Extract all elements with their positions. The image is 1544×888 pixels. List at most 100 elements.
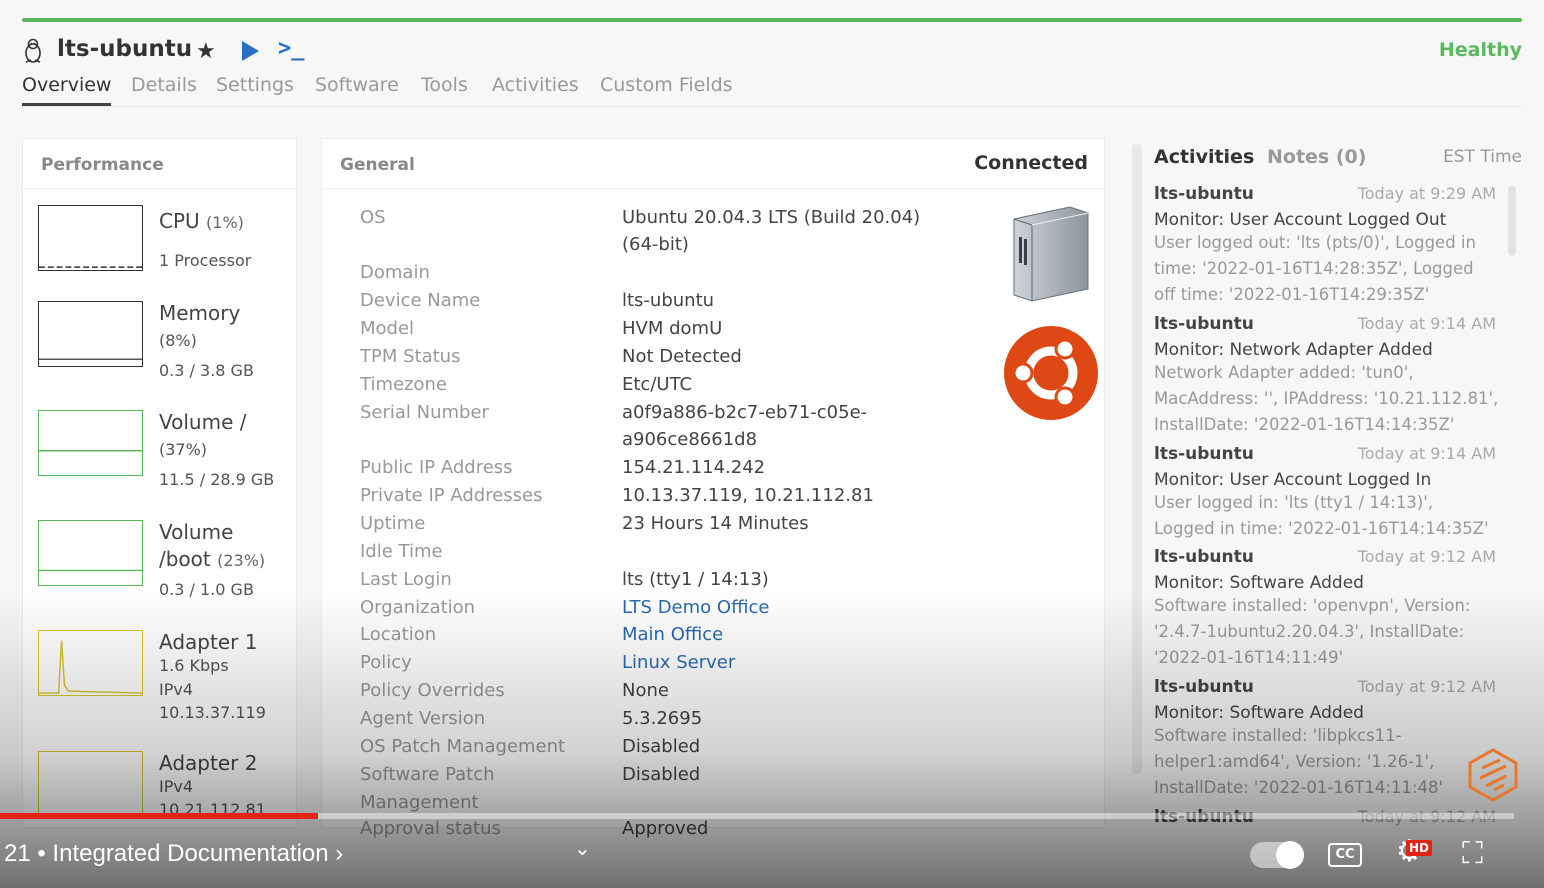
general-label: OS Patch Management — [360, 736, 566, 757]
general-label: TPM Status — [360, 346, 461, 367]
memory-sub: 0.3 / 3.8 GB — [159, 361, 254, 380]
general-value-cont: a906ce8661d8 — [622, 429, 758, 450]
general-value: Ubuntu 20.04.3 LTS (Build 20.04) — [622, 207, 921, 228]
general-label: Uptime — [360, 513, 426, 534]
captions-button[interactable]: CC — [1328, 843, 1362, 867]
general-value: HVM domU — [622, 318, 723, 339]
activity-time: Today at 9:12 AM — [1357, 677, 1496, 696]
tab-details[interactable]: Details — [131, 74, 197, 96]
timezone-label: EST Time — [1443, 147, 1522, 167]
exit-fullscreen-icon[interactable]: ⛶ — [1462, 836, 1483, 871]
general-label: Serial Number — [360, 402, 489, 423]
volume-root-pct: (37%) — [159, 440, 208, 459]
activity-title: Monitor: User Account Logged Out — [1154, 210, 1447, 230]
tab-activities-feed[interactable]: Activities — [1154, 146, 1254, 168]
adapter1-sparkline — [38, 630, 143, 696]
general-value-link[interactable]: Linux Server — [622, 652, 735, 673]
cpu-sparkline — [38, 205, 143, 271]
activities-scrollbar[interactable] — [1508, 186, 1516, 256]
activity-device[interactable]: lts-ubuntu — [1154, 677, 1254, 697]
activity-device[interactable]: lts-ubuntu — [1154, 314, 1254, 334]
tab-custom-fields[interactable]: Custom Fields — [600, 74, 733, 96]
general-value: Disabled — [622, 736, 701, 757]
tab-software[interactable]: Software — [315, 74, 399, 96]
general-label: Policy Overrides — [360, 680, 505, 701]
adapter1-ip: 10.13.37.119 — [159, 703, 266, 722]
memory-pct: (8%) — [159, 331, 197, 350]
activity-device[interactable]: lts-ubuntu — [1154, 444, 1254, 464]
activity-title: Monitor: Software Added — [1154, 703, 1364, 723]
activity-device[interactable]: lts-ubuntu — [1154, 184, 1254, 204]
general-value: None — [622, 680, 669, 701]
general-label: Model — [360, 318, 415, 339]
volume-boot-sub: 0.3 / 1.0 GB — [159, 580, 254, 599]
autoplay-toggle[interactable] — [1250, 841, 1304, 869]
activity-body: User logged out: 'lts (pts/0)', Logged i… — [1154, 233, 1476, 304]
general-value: 154.21.114.242 — [622, 457, 766, 478]
general-value: 10.13.37.119, 10.21.112.81 — [622, 485, 874, 506]
adapter1-proto: IPv4 — [159, 680, 194, 699]
tab-tools[interactable]: Tools — [421, 74, 468, 96]
general-value: lts-ubuntu — [622, 290, 715, 311]
general-label: Device Name — [360, 290, 481, 311]
activity-body: User logged in: 'lts (tty1 / 14:13)', Lo… — [1154, 493, 1489, 538]
general-label: Private IP Addresses — [360, 485, 543, 506]
chapter-title[interactable]: 21 • Integrated Documentation › — [4, 840, 343, 868]
adapter2-title: Adapter 2 — [159, 751, 258, 775]
channel-logo-icon[interactable] — [1466, 748, 1520, 802]
tab-overview[interactable]: Overview — [22, 74, 112, 106]
activities-panel: Activities Notes (0) EST Time lts-ubuntu… — [1132, 138, 1522, 828]
general-value: 5.3.2695 — [622, 708, 703, 729]
general-label: Timezone — [360, 374, 447, 395]
general-value: Not Detected — [622, 346, 742, 367]
tab-activities[interactable]: Activities — [492, 74, 579, 96]
chevron-down-icon[interactable]: ⌄ — [574, 836, 591, 860]
activity-time: Today at 9:12 AM — [1357, 547, 1496, 566]
tab-divider — [22, 106, 1522, 107]
linux-penguin-icon — [25, 38, 41, 63]
volume-boot-title: Volume — [159, 520, 234, 544]
activity-time: Today at 9:14 AM — [1357, 314, 1496, 333]
device-header: lts-ubuntu ★ >_ Healthy — [22, 36, 1522, 68]
connection-status: Connected — [974, 152, 1088, 174]
adapter2-proto: IPv4 — [159, 777, 194, 796]
activity-body: Software installed: 'libpkcs11- helper1:… — [1154, 726, 1444, 797]
general-label: Software Patch — [360, 764, 495, 785]
general-value: lts (tty1 / 14:13) — [622, 569, 769, 590]
activities-side-bar — [1132, 144, 1142, 774]
general-label: Location — [360, 624, 437, 645]
activity-title: Monitor: Network Adapter Added — [1154, 340, 1433, 360]
activity-body: Software installed: 'openvpn', Version: … — [1154, 596, 1471, 667]
server-icon — [1013, 206, 1089, 302]
volume-boot-sparkline — [38, 520, 143, 586]
activity-title: Monitor: Software Added — [1154, 573, 1364, 593]
general-label-cont: Management — [360, 792, 479, 813]
hd-badge: HD — [1406, 840, 1433, 856]
video-progress-played — [0, 813, 318, 819]
general-label: Agent Version — [360, 708, 486, 729]
terminal-icon[interactable]: >_ — [278, 36, 305, 61]
health-status: Healthy — [1438, 39, 1522, 61]
device-title: lts-ubuntu — [57, 36, 193, 62]
general-value-link[interactable]: LTS Demo Office — [622, 597, 769, 618]
activity-time: Today at 9:29 AM — [1357, 184, 1496, 203]
general-value: Etc/UTC — [622, 374, 693, 395]
activity-time: Today at 9:14 AM — [1357, 444, 1496, 463]
general-value-link[interactable]: Main Office — [622, 624, 723, 645]
activity-title: Monitor: User Account Logged In — [1154, 470, 1432, 490]
activity-body: Network Adapter added: 'tun0', MacAddres… — [1154, 363, 1499, 434]
general-label: Last Login — [360, 569, 452, 590]
tab-notes[interactable]: Notes (0) — [1267, 146, 1366, 168]
volume-root-title: Volume / — [159, 410, 247, 434]
volume-root-sub: 11.5 / 28.9 GB — [159, 470, 275, 489]
volume-root-sparkline — [38, 410, 143, 476]
favorite-star-icon[interactable]: ★ — [196, 39, 216, 64]
run-script-icon[interactable] — [240, 40, 260, 62]
adapter1-title: Adapter 1 — [159, 630, 258, 654]
video-progress-bar[interactable] — [0, 813, 1514, 819]
tab-settings[interactable]: Settings — [216, 74, 294, 96]
activity-device[interactable]: lts-ubuntu — [1154, 547, 1254, 567]
general-label: Approval status — [360, 818, 501, 839]
adapter2-sparkline — [38, 751, 143, 817]
general-value: Disabled — [622, 764, 701, 785]
